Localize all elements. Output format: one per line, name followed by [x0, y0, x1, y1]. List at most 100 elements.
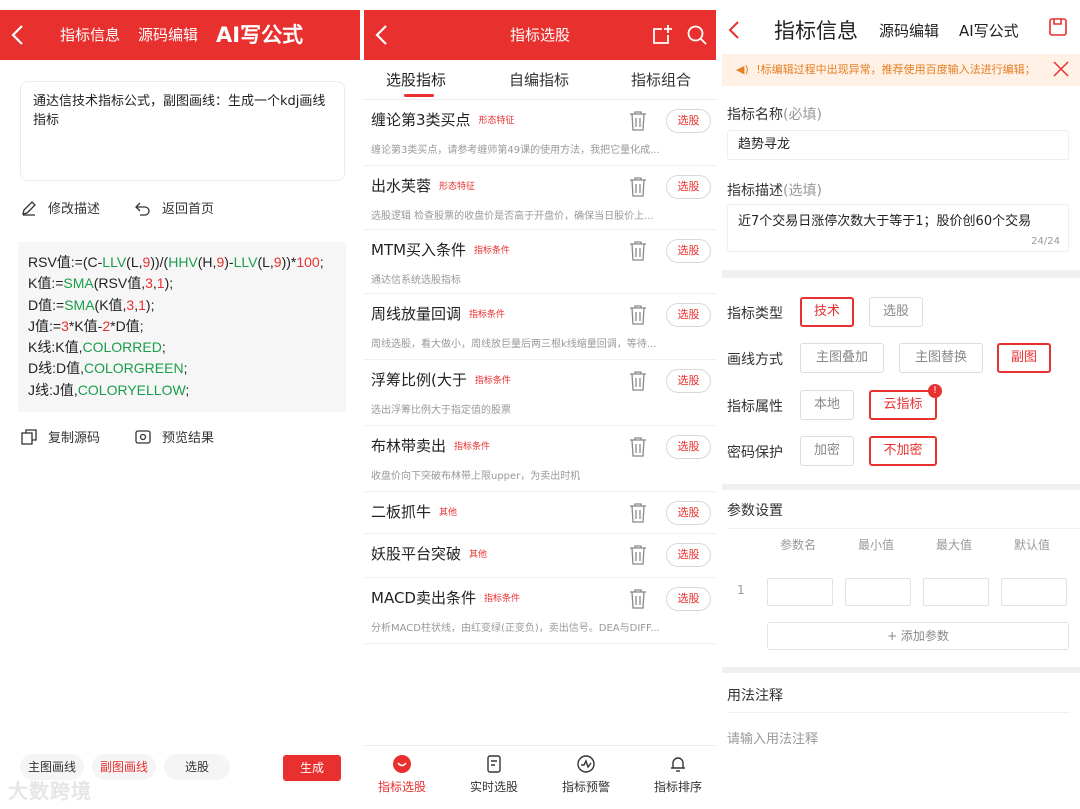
list-item[interactable]: MACD卖出条件 指标条件 分析MACD柱状线，由红变绿(正变负)，卖出信号。DEA… — [364, 578, 716, 644]
required-hint: (必填) — [783, 107, 822, 123]
draw-option-overlay[interactable]: 主图叠加 — [800, 343, 884, 373]
usage-title: 用法注释 — [727, 688, 783, 704]
trash-icon[interactable] — [628, 588, 648, 610]
return-home-button[interactable]: 返回首页 — [134, 198, 214, 217]
nav-indicator-sort[interactable]: 指标排序 — [638, 746, 716, 795]
usage-input[interactable]: 请输入用法注释 — [727, 728, 818, 747]
tab-source-edit[interactable]: 源码编辑 — [138, 10, 198, 60]
trash-icon[interactable] — [628, 304, 648, 326]
code-line: J值:=3*K值-2*D值; — [28, 317, 144, 334]
attr-option-local[interactable]: 本地 — [800, 390, 854, 420]
param-max-input[interactable] — [923, 578, 989, 606]
trash-icon[interactable] — [628, 502, 648, 524]
select-button[interactable]: 选股 — [666, 543, 711, 567]
list-item[interactable]: 浮筹比例(大于 指标条件 选出浮筹比例大于指定值的股票 选股 — [364, 360, 716, 426]
stock-select-option[interactable]: 选股 — [164, 754, 230, 780]
attr-option-cloud[interactable]: 云指标 ! — [869, 384, 942, 420]
code-line: J线:J值,COLORYELLOW; — [28, 381, 190, 398]
warning-banner: ◀) !标编辑过程中出现异常，推荐使用百度输入法进行编辑； — [722, 54, 1080, 86]
select-button[interactable]: 选股 — [666, 501, 711, 525]
list-item[interactable]: 二板抓牛 其他 选股 — [364, 492, 716, 534]
nav-label: 指标排序 — [653, 780, 702, 794]
trash-icon[interactable] — [628, 240, 648, 262]
close-icon[interactable] — [1052, 60, 1070, 78]
item-tag: 指标条件 — [474, 246, 511, 256]
search-icon[interactable] — [686, 24, 708, 46]
select-button[interactable]: 选股 — [666, 303, 711, 327]
list-item[interactable]: 周线放量回调 指标条件 周线选股，看大做小，周线放巨量后两三根k线缩量回调，等待..… — [364, 294, 716, 360]
generated-code-block[interactable]: RSV值:=(C-LLV(L,9))/(HHV(H,9)-LLV(L,9))*1… — [18, 242, 346, 412]
item-tag: 其他 — [439, 508, 458, 518]
nav-realtime-select[interactable]: 实时选股 — [454, 746, 534, 795]
nav-indicator-select[interactable]: 指标选股 — [364, 746, 442, 795]
preview-result-button[interactable]: 预览结果 — [134, 427, 214, 446]
indicator-select-panel: 指标选股 选股指标 自编指标 指标组合 缠论第3类买点 形态特征 缠论第3类买点，请… — [364, 0, 716, 809]
item-desc: 缠论第3类买点，请参考缠师第49课的使用方法，我把它量化成... — [371, 145, 660, 156]
formula-description[interactable]: 通达信技术指标公式，副图画线：生成一个kdj画线指标 — [20, 81, 345, 181]
item-title: 出水芙蓉 形态特征 — [371, 177, 476, 195]
tab-source-edit[interactable]: 源码编辑 — [879, 20, 939, 41]
alert-badge: ! — [928, 384, 942, 398]
copy-source-button[interactable]: 复制源码 — [20, 427, 100, 446]
trash-icon[interactable] — [628, 544, 648, 566]
warning-text: !标编辑过程中出现异常，推荐使用百度输入法进行编辑； — [756, 63, 1036, 76]
list-item[interactable]: 出水芙蓉 形态特征 选股逻辑 检查股票的收盘价是否高于开盘价，确保当日股价上... 选… — [364, 166, 716, 230]
param-name-input[interactable] — [767, 578, 833, 606]
back-icon[interactable] — [724, 16, 744, 44]
code-line: D值:=SMA(K值,3,1); — [28, 296, 155, 313]
select-button[interactable]: 选股 — [666, 435, 711, 459]
edit-description-button[interactable]: 修改描述 — [20, 198, 100, 217]
select-button[interactable]: 选股 — [666, 369, 711, 393]
code-line: K值:=SMA(RSV值,3,1); — [28, 275, 174, 292]
page-title[interactable]: 指标信息 — [774, 15, 858, 45]
list-item[interactable]: 妖股平台突破 其他 选股 — [364, 534, 716, 578]
add-param-button[interactable]: + 添加参数 — [767, 622, 1069, 650]
item-tag: 指标条件 — [454, 442, 491, 452]
ai-formula-panel: 指标信息 源码编辑 AI写公式 通达信技术指标公式，副图画线：生成一个kdj画线… — [0, 0, 360, 809]
sub-chart-line-option[interactable]: 副图画线 — [92, 754, 156, 780]
select-button[interactable]: 选股 — [666, 175, 711, 199]
tab-indicator-info[interactable]: 指标信息 — [60, 10, 120, 60]
type-option-technical[interactable]: 技术 — [800, 297, 854, 327]
tab-ai-formula[interactable]: AI写公式 — [216, 10, 303, 60]
add-indicator-icon[interactable] — [651, 24, 673, 46]
select-button[interactable]: 选股 — [666, 239, 711, 263]
trash-icon[interactable] — [628, 110, 648, 132]
optional-hint: (选填) — [783, 183, 822, 199]
pwd-option-no-encrypt[interactable]: 不加密 — [869, 436, 937, 466]
tab-custom-indicators[interactable]: 自编指标 — [509, 69, 569, 90]
param-header-max: 最大值 — [936, 538, 973, 552]
pwd-option-encrypt[interactable]: 加密 — [800, 436, 854, 466]
tab-ai-formula[interactable]: AI写公式 — [959, 20, 1019, 41]
param-header-default: 默认值 — [1014, 538, 1051, 552]
select-button[interactable]: 选股 — [666, 587, 711, 611]
list-item[interactable]: 缠论第3类买点 形态特征 缠论第3类买点，请参考缠师第49课的使用方法，我把它量化成… — [364, 100, 716, 166]
select-button[interactable]: 选股 — [666, 109, 711, 133]
item-tag: 指标条件 — [469, 310, 506, 320]
type-option-select[interactable]: 选股 — [869, 297, 923, 327]
tab-indicator-combos[interactable]: 指标组合 — [631, 69, 691, 90]
list-item[interactable]: 布林带卖出 指标条件 收盘价向下突破布林带上限upper，为卖出时机 选股 — [364, 426, 716, 492]
item-tag: 其他 — [469, 550, 488, 560]
generate-button[interactable]: 生成 — [283, 755, 341, 781]
tab-select-indicators[interactable]: 选股指标 — [386, 69, 446, 90]
list-item[interactable]: MTM买入条件 指标条件 通达信系统选股指标 选股 — [364, 230, 716, 294]
draw-option-replace[interactable]: 主图替换 — [899, 343, 983, 373]
header-bar: 指标信息 源码编辑 AI写公式 — [722, 10, 1080, 50]
param-min-input[interactable] — [845, 578, 911, 606]
param-default-input[interactable] — [1001, 578, 1067, 606]
indicator-name-field[interactable]: 趋势寻龙 — [727, 130, 1069, 160]
code-line: RSV值:=(C-LLV(L,9))/(HHV(H,9)-LLV(L,9))*1… — [28, 254, 324, 270]
save-icon[interactable] — [1048, 17, 1068, 37]
trash-icon[interactable] — [628, 436, 648, 458]
back-icon[interactable] — [6, 20, 30, 50]
trash-icon[interactable] — [628, 176, 648, 198]
speaker-icon: ◀) — [736, 63, 749, 76]
nav-indicator-alert[interactable]: 指标预警 — [546, 746, 626, 795]
draw-option-sub-chart[interactable]: 副图 — [997, 343, 1051, 373]
item-title: MACD卖出条件 指标条件 — [371, 589, 520, 607]
item-desc: 通达信系统选股指标 — [371, 275, 461, 286]
tab-bar: 选股指标 自编指标 指标组合 — [364, 60, 716, 100]
trash-icon[interactable] — [628, 370, 648, 392]
indicator-desc-field[interactable]: 近7个交易日涨停次数大于等于1；股价创60个交易 24/24 — [727, 204, 1069, 252]
